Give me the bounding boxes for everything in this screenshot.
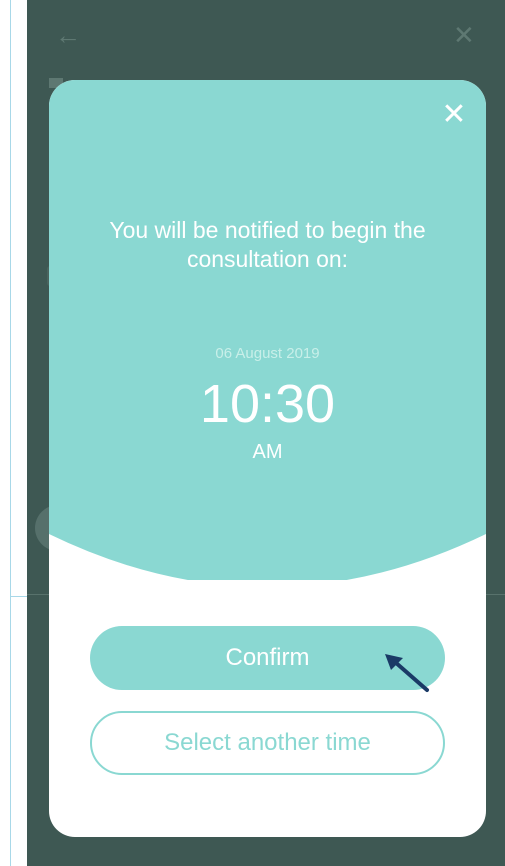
consultation-meridiem: AM	[252, 441, 283, 463]
back-arrow-icon[interactable]: ←	[55, 22, 81, 48]
consultation-date: 06 August 2019	[215, 345, 320, 362]
confirmation-modal: ✕ You will be notified to begin the cons…	[49, 80, 486, 837]
margin-border	[10, 0, 11, 866]
select-another-time-button[interactable]: Select another time	[90, 711, 445, 775]
modal-header-background	[49, 80, 486, 580]
consultation-time: 10:30	[199, 374, 336, 434]
close-icon[interactable]: ✕	[439, 100, 469, 130]
pointer-arrow-icon	[385, 654, 429, 692]
notification-message: You will be notified to begin the consul…	[109, 217, 426, 272]
background-close-icon[interactable]: ✕	[453, 22, 475, 48]
app-screen: ← ✕ ✕ You will be notified to begin the …	[27, 0, 505, 866]
left-margin	[0, 0, 27, 866]
margin-tick	[10, 596, 27, 597]
